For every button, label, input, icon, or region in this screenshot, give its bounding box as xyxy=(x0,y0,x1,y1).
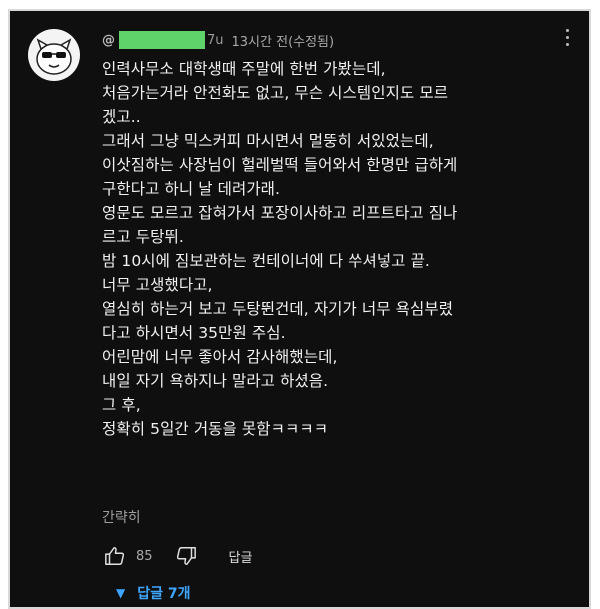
comment-header: @ 7u 13시간 전(수정됨) xyxy=(102,27,334,53)
dislike-button[interactable] xyxy=(173,543,199,569)
comment-line: 다고 하시면서 35만원 주심. xyxy=(102,324,286,342)
comment-line: 열심히 하는거 보고 두탕뛴건데, 자기가 너무 욕심부렸 xyxy=(102,300,454,318)
comment-line: 처음가는거라 안전화도 없고, 무슨 시스템인지도 모르 xyxy=(102,84,449,102)
comment-line: 정확히 5일간 거동을 못함ㅋㅋㅋㅋ xyxy=(102,420,329,438)
replies-count-label: 답글 7개 xyxy=(137,586,191,602)
comment-line: 그래서 그냥 믹스커피 마시면서 멀뚱히 서있었는데, xyxy=(102,132,434,150)
comment-timestamp[interactable]: 13시간 전(수정됨) xyxy=(232,31,335,50)
avatar[interactable] xyxy=(28,29,80,81)
more-options-icon[interactable] xyxy=(557,23,577,51)
author-handle-prefix[interactable]: @ xyxy=(102,33,115,48)
comment-line: 르고 두탕뛰. xyxy=(102,228,184,246)
chevron-down-icon: ▼ xyxy=(116,586,126,600)
show-less-link[interactable]: 간략히 xyxy=(102,507,141,527)
comment-line: 밤 10시에 짐보관하는 컨테이너에 다 쑤셔넣고 끝. xyxy=(102,252,430,270)
comment-text: 인력사무소 대학생때 주말에 한번 가봤는데, 처음가는거라 안전화도 없고, … xyxy=(102,57,582,441)
comment-line: 어린맘에 너무 좋아서 감사해했는데, xyxy=(102,348,338,366)
comment-line: 구한다고 하니 날 데려가래. xyxy=(102,180,281,198)
comment-line: 겠고.. xyxy=(102,108,141,126)
author-handle-suffix[interactable]: 7u xyxy=(207,33,224,48)
like-button[interactable] xyxy=(102,543,128,569)
like-count: 85 xyxy=(136,548,153,564)
reply-button[interactable]: 답글 xyxy=(229,547,253,566)
comment-card: @ 7u 13시간 전(수정됨) 인력사무소 대학생때 주말에 한번 가봤는데,… xyxy=(8,9,591,609)
view-replies-toggle[interactable]: ▼ 답글 7개 xyxy=(116,583,191,603)
comment-line: 인력사무소 대학생때 주말에 한번 가봤는데, xyxy=(102,60,386,78)
thumbs-up-icon xyxy=(105,547,125,565)
comment-line: 영문도 모르고 잡혀가서 포장이사하고 리프트타고 짐나 xyxy=(102,204,458,222)
comment-line: 내일 자기 욕하지나 말라고 하셨음. xyxy=(102,372,329,390)
cartoon-face-icon xyxy=(36,38,72,75)
comment-line: 이삿짐하는 사장님이 헐레벌떡 들어와서 한명만 급하게 xyxy=(102,156,458,174)
comment-actions: 85 답글 xyxy=(102,541,252,571)
comment-line: 너무 고생했다고, xyxy=(102,276,213,294)
comment-line: 그 후, xyxy=(102,396,141,414)
censored-handle xyxy=(119,31,205,49)
thumbs-down-icon xyxy=(176,547,196,565)
